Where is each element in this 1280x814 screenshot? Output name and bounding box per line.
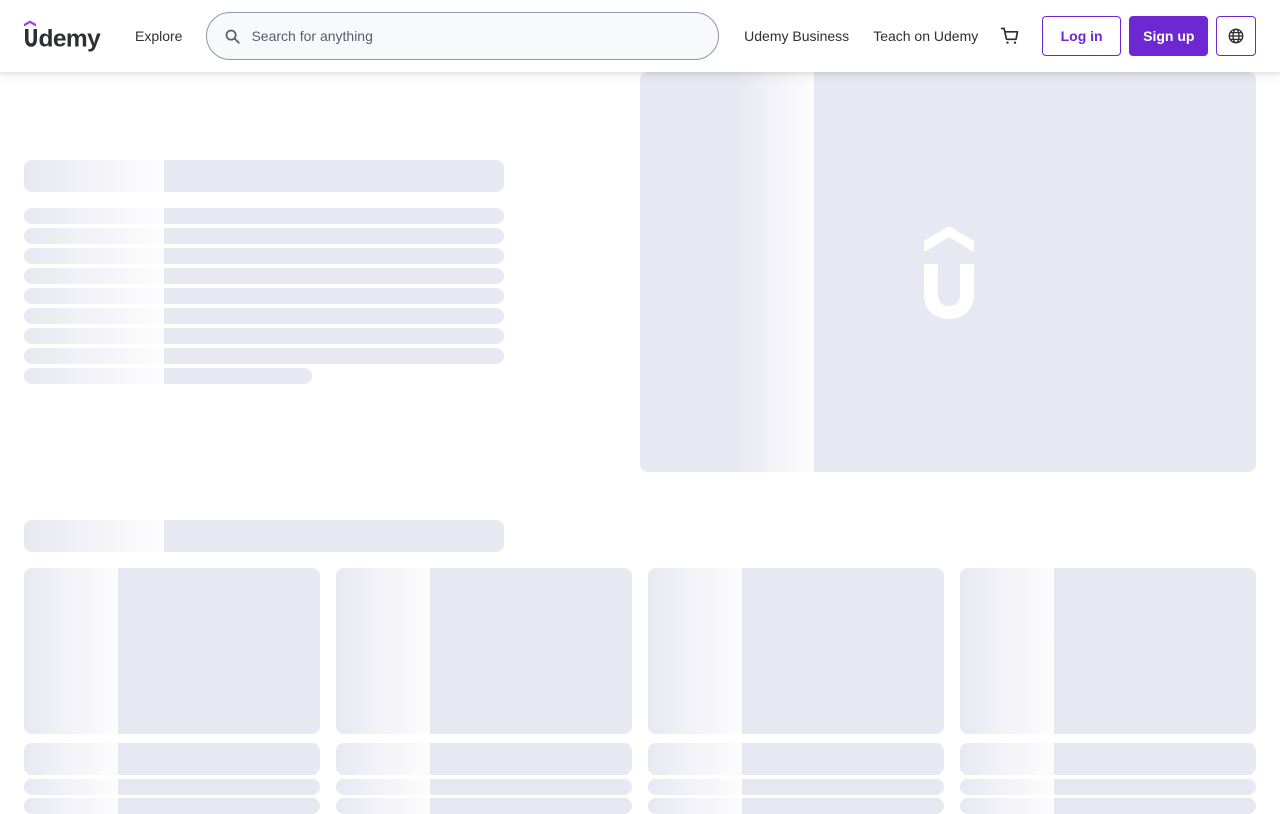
- course-card-image-placeholder: [960, 568, 1256, 734]
- hero-text-skeleton-line: [24, 248, 504, 264]
- hero-image-placeholder: [640, 72, 1256, 472]
- hero-text-skeleton-line: [24, 208, 504, 224]
- hero-text-skeleton-line: [24, 308, 504, 324]
- hero-text-skeleton-line: [24, 348, 504, 364]
- udemy-logo[interactable]: demy: [24, 16, 115, 56]
- course-card-text-skeleton: [648, 779, 944, 795]
- search-bar: [206, 12, 720, 60]
- course-card-text-skeleton: [648, 798, 944, 814]
- login-button[interactable]: Log in: [1042, 16, 1122, 56]
- udemy-mark-icon: [924, 226, 974, 319]
- shopping-cart-icon[interactable]: [998, 24, 1022, 48]
- course-card-title-skeleton: [24, 743, 320, 775]
- course-card-image-placeholder: [648, 568, 944, 734]
- hero-title-skeleton: [24, 160, 504, 192]
- hero-text-skeleton-line: [24, 328, 504, 344]
- course-card-image-placeholder: [336, 568, 632, 734]
- hero-text-skeleton-line: [24, 268, 504, 284]
- course-card-text-skeleton: [960, 798, 1256, 814]
- svg-text:demy: demy: [39, 26, 102, 53]
- udemy-business-link[interactable]: Udemy Business: [744, 28, 849, 44]
- hero-text-skeleton-line: [24, 228, 504, 244]
- top-navigation-bar: demy Explore Udemy Business Teach on Ude…: [0, 0, 1280, 72]
- course-card-image-placeholder: [24, 568, 320, 734]
- teach-on-udemy-link[interactable]: Teach on Udemy: [873, 28, 978, 44]
- explore-menu[interactable]: Explore: [135, 0, 182, 72]
- course-card-text-skeleton: [336, 779, 632, 795]
- course-card-title-skeleton: [648, 743, 944, 775]
- hero-text-skeleton-line: [24, 288, 504, 304]
- search-icon[interactable]: [207, 13, 243, 59]
- hero-text-skeleton-line: [24, 368, 312, 384]
- course-card-text-skeleton: [24, 779, 320, 795]
- course-card-title-skeleton: [336, 743, 632, 775]
- course-card-text-skeleton: [960, 779, 1256, 795]
- course-card-title-skeleton: [960, 743, 1256, 775]
- udemy-logo-mark: demy: [24, 20, 102, 53]
- search-input[interactable]: [243, 13, 719, 59]
- globe-icon: [1228, 28, 1244, 44]
- language-button[interactable]: [1216, 16, 1256, 56]
- section-title-skeleton: [24, 520, 504, 552]
- course-card-text-skeleton: [24, 798, 320, 814]
- course-card-text-skeleton: [336, 798, 632, 814]
- signup-button[interactable]: Sign up: [1129, 16, 1209, 56]
